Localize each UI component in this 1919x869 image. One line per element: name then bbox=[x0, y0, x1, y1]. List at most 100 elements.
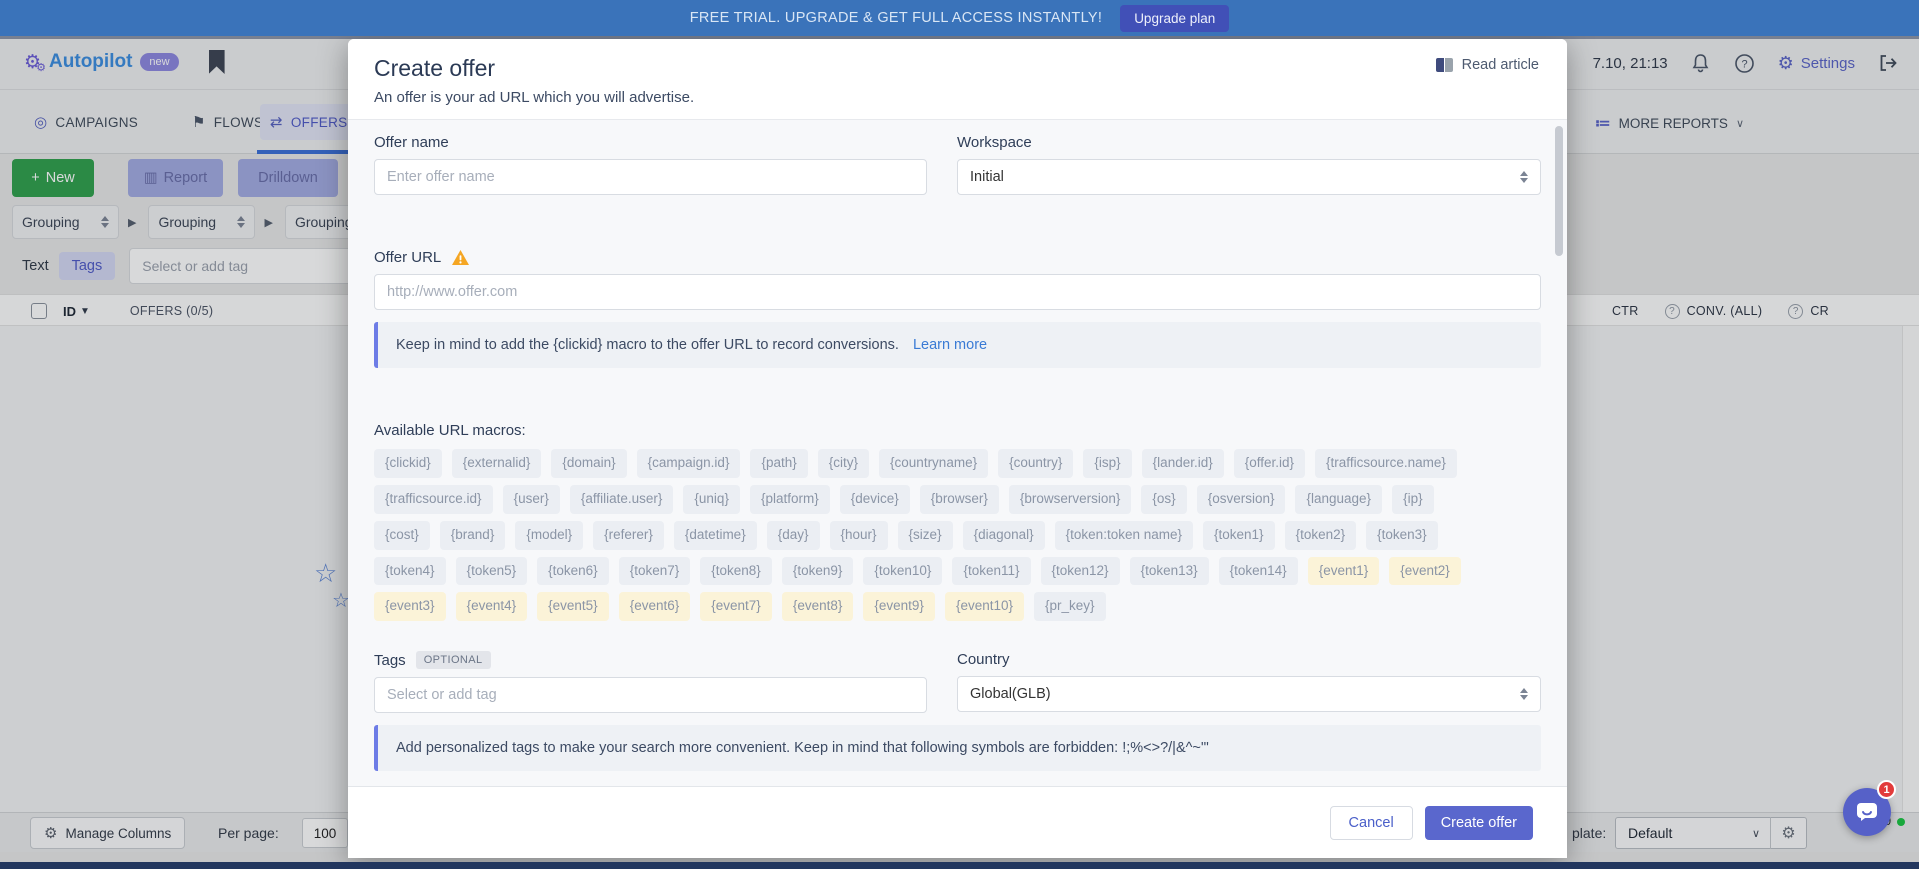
clickid-note-text: Keep in mind to add the {clickid} macro … bbox=[396, 337, 899, 353]
macro-chip[interactable]: {uniq} bbox=[683, 485, 740, 514]
workspace-label: Workspace bbox=[957, 134, 1541, 151]
macro-chip[interactable]: {token11} bbox=[952, 557, 1030, 586]
macros-label: Available URL macros: bbox=[374, 422, 1541, 439]
workspace-value: Initial bbox=[970, 169, 1004, 185]
macro-row: {clickid} {externalid} {domain} {campaign.i… bbox=[374, 449, 1541, 478]
macro-chip[interactable]: {referer} bbox=[593, 521, 664, 550]
macro-chip[interactable]: {token1} bbox=[1203, 521, 1275, 550]
tags-note-text: Add personalized tags to make your searc… bbox=[396, 740, 1209, 756]
updown-icon bbox=[1520, 688, 1528, 700]
upgrade-plan-button[interactable]: Upgrade plan bbox=[1120, 5, 1229, 32]
chat-unread-badge: 1 bbox=[1877, 780, 1896, 799]
macro-chip[interactable]: {language} bbox=[1295, 485, 1382, 514]
macro-chip[interactable]: {path} bbox=[750, 449, 807, 478]
macro-chip[interactable]: {token12} bbox=[1041, 557, 1120, 586]
macro-chip[interactable]: {device} bbox=[840, 485, 910, 514]
macro-chip[interactable]: {token8} bbox=[700, 557, 772, 586]
macro-chip[interactable]: {diagonal} bbox=[963, 521, 1045, 550]
tags-note: Add personalized tags to make your searc… bbox=[374, 725, 1541, 771]
macro-chip[interactable]: {datetime} bbox=[674, 521, 757, 550]
macro-chip[interactable]: {city} bbox=[818, 449, 869, 478]
macro-chip[interactable]: {token:token name} bbox=[1055, 521, 1193, 550]
macro-chip[interactable]: {browserversion} bbox=[1009, 485, 1132, 514]
macro-chip[interactable]: {event7} bbox=[700, 592, 772, 621]
macro-chip[interactable]: {event5} bbox=[537, 592, 609, 621]
offer-url-label: Offer URL bbox=[374, 249, 1541, 266]
macro-chip[interactable]: {user} bbox=[503, 485, 560, 514]
macro-chip[interactable]: {country} bbox=[998, 449, 1073, 478]
macro-chip[interactable]: {ip} bbox=[1392, 485, 1434, 514]
book-icon bbox=[1436, 58, 1453, 72]
macro-chip[interactable]: {isp} bbox=[1083, 449, 1131, 478]
macro-chip[interactable]: {event2} bbox=[1389, 557, 1461, 586]
modal-title: Create offer bbox=[374, 55, 1537, 82]
macro-chip[interactable]: {token5} bbox=[456, 557, 528, 586]
macro-chips: {clickid} {externalid} {domain} {campaign.i… bbox=[374, 449, 1541, 621]
warning-icon bbox=[451, 249, 470, 266]
screen: FREE TRIAL. UPGRADE & GET FULL ACCESS IN… bbox=[0, 0, 1919, 869]
macro-chip[interactable]: {hour} bbox=[830, 521, 888, 550]
macro-chip[interactable]: {token6} bbox=[537, 557, 609, 586]
chat-bubble-icon bbox=[1856, 802, 1878, 822]
offer-url-label-text: Offer URL bbox=[374, 249, 441, 266]
cancel-button[interactable]: Cancel bbox=[1330, 806, 1413, 840]
macro-chip[interactable]: {cost} bbox=[374, 521, 430, 550]
macro-chip[interactable]: {trafficsource.id} bbox=[374, 485, 493, 514]
offer-url-input[interactable] bbox=[374, 274, 1541, 310]
macro-chip[interactable]: {token10} bbox=[863, 557, 942, 586]
macro-chip[interactable]: {day} bbox=[767, 521, 820, 550]
clickid-note: Keep in mind to add the {clickid} macro … bbox=[374, 322, 1541, 368]
macro-chip[interactable]: {domain} bbox=[551, 449, 626, 478]
macro-chip[interactable]: {size} bbox=[898, 521, 953, 550]
macro-chip[interactable]: {campaign.id} bbox=[637, 449, 741, 478]
macro-chip[interactable]: {event3} bbox=[374, 592, 446, 621]
macro-chip[interactable]: {lander.id} bbox=[1142, 449, 1224, 478]
online-status-dot bbox=[1897, 818, 1905, 826]
macro-chip[interactable]: {brand} bbox=[440, 521, 506, 550]
offer-name-input[interactable] bbox=[374, 159, 927, 195]
modal-header: Create offer An offer is your ad URL whi… bbox=[348, 39, 1567, 120]
macro-chip[interactable]: {countryname} bbox=[879, 449, 988, 478]
create-offer-button[interactable]: Create offer bbox=[1425, 806, 1533, 840]
macro-chip[interactable]: {token4} bbox=[374, 557, 446, 586]
macro-chip[interactable]: {event8} bbox=[782, 592, 854, 621]
country-select[interactable]: Global(GLB) bbox=[957, 676, 1541, 712]
macro-chip[interactable]: {platform} bbox=[750, 485, 830, 514]
macro-chip[interactable]: {token14} bbox=[1219, 557, 1298, 586]
macro-chip[interactable]: {token9} bbox=[782, 557, 854, 586]
macro-chip[interactable]: {event4} bbox=[456, 592, 528, 621]
read-article-link[interactable]: Read article bbox=[1436, 57, 1539, 73]
macro-chip[interactable]: {trafficsource.name} bbox=[1315, 449, 1457, 478]
promo-text: FREE TRIAL. UPGRADE & GET FULL ACCESS IN… bbox=[690, 10, 1102, 26]
macro-chip[interactable]: {browser} bbox=[920, 485, 999, 514]
macro-chip[interactable]: {event10} bbox=[945, 592, 1024, 621]
macro-chip[interactable]: {token3} bbox=[1366, 521, 1438, 550]
macro-row: {trafficsource.id} {user} {affiliate.user}… bbox=[374, 485, 1541, 514]
updown-icon bbox=[1520, 171, 1528, 183]
workspace-select[interactable]: Initial bbox=[957, 159, 1541, 195]
macro-chip[interactable]: {event6} bbox=[619, 592, 691, 621]
tags-input[interactable] bbox=[374, 677, 927, 713]
macro-row: {token4} {token5} {token6} {token7} {token8}… bbox=[374, 557, 1541, 586]
modal-scrollbar[interactable] bbox=[1555, 126, 1563, 256]
tags-label-row: Tags OPTIONAL bbox=[374, 651, 927, 669]
macro-chip[interactable]: {osversion} bbox=[1197, 485, 1286, 514]
macro-chip[interactable]: {clickid} bbox=[374, 449, 442, 478]
offer-name-label: Offer name bbox=[374, 134, 927, 151]
learn-more-link[interactable]: Learn more bbox=[913, 337, 987, 353]
macro-chip[interactable]: {token13} bbox=[1130, 557, 1209, 586]
country-value: Global(GLB) bbox=[970, 686, 1051, 702]
macro-chip[interactable]: {pr_key} bbox=[1034, 592, 1106, 621]
macro-chip[interactable]: {token7} bbox=[619, 557, 691, 586]
macro-chip[interactable]: {os} bbox=[1141, 485, 1186, 514]
macro-chip[interactable]: {model} bbox=[515, 521, 583, 550]
macro-chip[interactable]: {token2} bbox=[1285, 521, 1357, 550]
macro-chip[interactable]: {externalid} bbox=[452, 449, 542, 478]
macro-chip[interactable]: {offer.id} bbox=[1234, 449, 1305, 478]
macro-chip[interactable]: {affiliate.user} bbox=[570, 485, 674, 514]
macro-chip[interactable]: {event1} bbox=[1308, 557, 1380, 586]
promo-banner: FREE TRIAL. UPGRADE & GET FULL ACCESS IN… bbox=[0, 0, 1919, 36]
macro-row: {event3} {event4} {event5} {event6} {event7}… bbox=[374, 592, 1541, 621]
macro-chip[interactable]: {event9} bbox=[863, 592, 935, 621]
modal-footer: Cancel Create offer bbox=[348, 786, 1567, 858]
